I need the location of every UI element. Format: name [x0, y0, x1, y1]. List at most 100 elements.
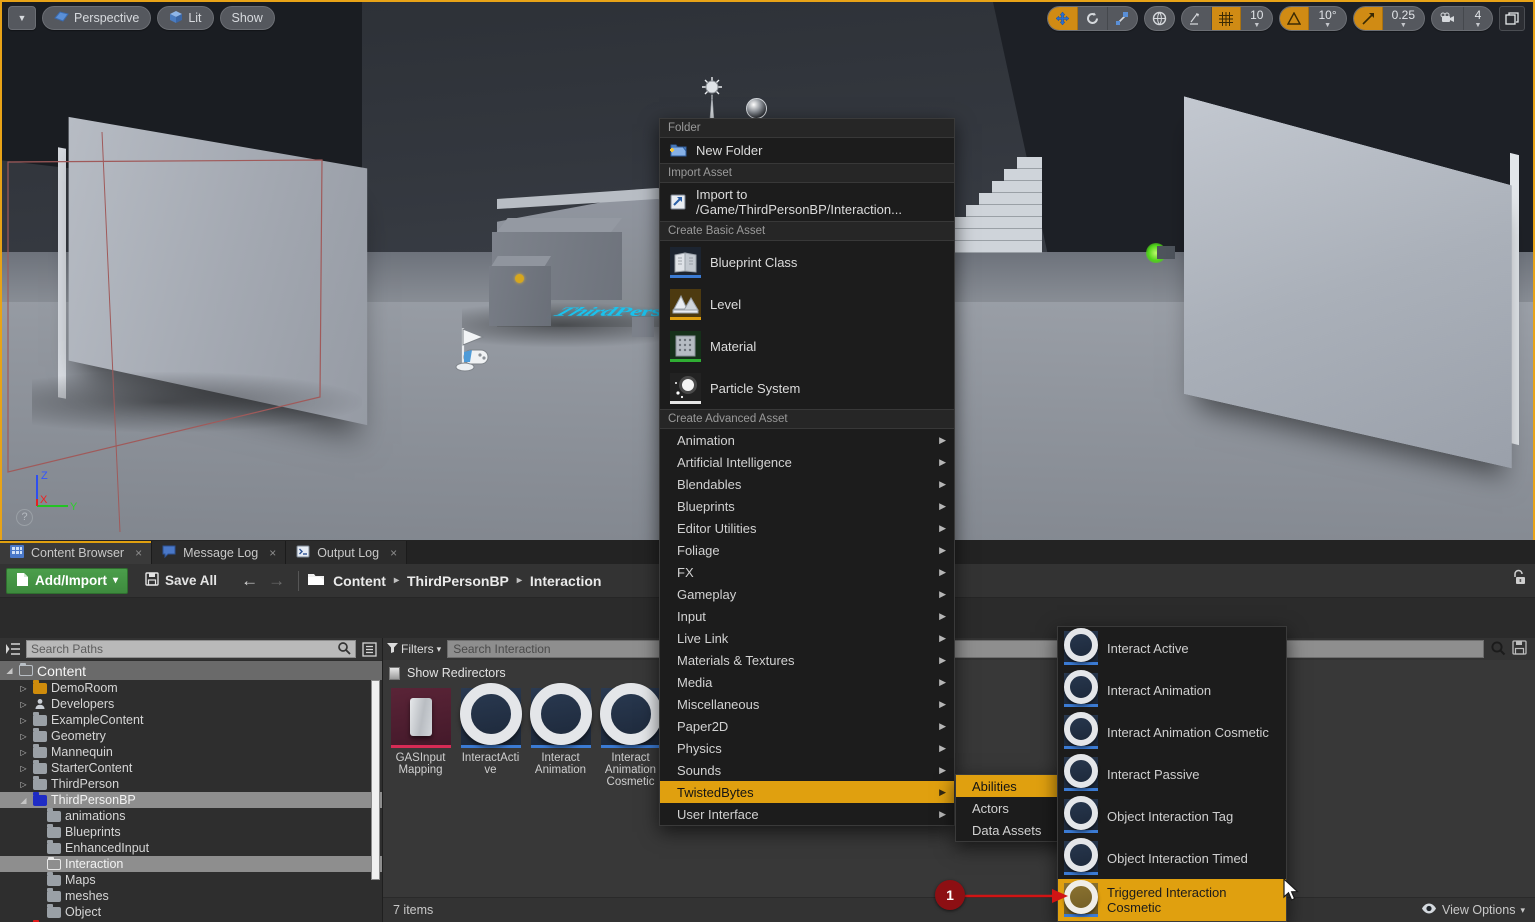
content-browser-context-menu[interactable]: Folder New Folder Import Asset Import to…	[659, 118, 955, 826]
globe-icon[interactable]	[1145, 7, 1174, 30]
advanced-asset-item[interactable]: FX ▶	[660, 561, 954, 583]
tab-output-log[interactable]: Output Log ×	[286, 541, 408, 564]
ability-asset-item[interactable]: Interact Animation	[1058, 669, 1286, 711]
advanced-asset-item[interactable]: User Interface ▶	[660, 803, 954, 825]
path-tree-item[interactable]: ◢ Content	[0, 661, 382, 680]
advanced-asset-item[interactable]: TwistedBytes ▶	[660, 781, 954, 803]
advanced-asset-item[interactable]: Input ▶	[660, 605, 954, 627]
grid-snap-toggle[interactable]	[1212, 7, 1242, 30]
path-tree-item[interactable]: Blueprints	[0, 823, 382, 840]
path-tree-item[interactable]: Interaction	[0, 856, 382, 872]
asset-card[interactable]: Interact Animation	[530, 688, 591, 788]
path-tree-item[interactable]: ▷ StarterContent	[0, 759, 382, 776]
advanced-asset-item[interactable]: Media ▶	[660, 671, 954, 693]
close-icon[interactable]: ×	[390, 546, 397, 560]
path-tree-item[interactable]: ▷ ExampleContent	[0, 711, 382, 728]
nav-forward-button[interactable]: →	[263, 571, 290, 591]
scale-tool-button[interactable]	[1108, 7, 1137, 30]
add-import-button[interactable]: Add/Import ▾	[6, 567, 129, 594]
path-tree-item[interactable]: ▷ Developers	[0, 696, 382, 712]
path-tree-item[interactable]: Maps	[0, 871, 382, 888]
advanced-asset-item[interactable]: Miscellaneous ▶	[660, 693, 954, 715]
view-mode-button[interactable]: Lit	[157, 6, 214, 30]
ability-asset-item[interactable]: Object Interaction Timed	[1058, 837, 1286, 879]
tree-twisty-icon[interactable]: ▷	[18, 780, 29, 789]
angle-snap-toggle[interactable]	[1280, 7, 1310, 30]
path-tree-item[interactable]: ▷ Geometry	[0, 727, 382, 744]
twistedbytes-submenu-item[interactable]: Abilities▶	[956, 775, 1072, 797]
ability-asset-item[interactable]: Interact Passive	[1058, 753, 1286, 795]
new-folder-menu-item[interactable]: New Folder	[660, 138, 954, 163]
advanced-asset-item[interactable]: Artificial Intelligence ▶	[660, 451, 954, 473]
search-assets-input[interactable]: Search Interaction	[447, 640, 1484, 658]
list-options-icon[interactable]	[360, 640, 378, 658]
twistedbytes-submenu[interactable]: Abilities▶Actors▶Data Assets▶	[955, 774, 1073, 842]
asset-card[interactable]: Interact Animation Cosmetic	[600, 688, 661, 788]
close-icon[interactable]: ×	[269, 546, 276, 560]
camera-speed-value-button[interactable]: 4 ▼	[1464, 7, 1492, 30]
lock-icon[interactable]	[1511, 569, 1527, 589]
ability-asset-item[interactable]: Interact Active	[1058, 627, 1286, 669]
asset-card[interactable]: GASInput Mapping	[390, 688, 451, 788]
path-tree-item[interactable]: ▷ DemoRoom	[0, 679, 382, 696]
advanced-asset-item[interactable]: Paper2D ▶	[660, 715, 954, 737]
viewport-options-button[interactable]: ▼	[8, 6, 36, 30]
twistedbytes-submenu-item[interactable]: Actors▶	[956, 797, 1072, 819]
advanced-asset-item[interactable]: Blendables ▶	[660, 473, 954, 495]
path-tree-item[interactable]: ◢ ThirdPersonBP	[0, 791, 382, 808]
advanced-asset-item[interactable]: Editor Utilities ▶	[660, 517, 954, 539]
rotate-tool-button[interactable]	[1078, 7, 1109, 30]
advanced-asset-item[interactable]: Physics ▶	[660, 737, 954, 759]
maximize-viewport-button[interactable]	[1499, 6, 1525, 31]
scale-snap-value-button[interactable]: 0.25 ▼	[1383, 7, 1424, 30]
asset-grid[interactable]: GASInput Mapping InteractActive Interact A…	[383, 682, 1535, 788]
tree-twisty-icon[interactable]: ▷	[18, 732, 29, 741]
reflection-capture-gizmo[interactable]	[746, 98, 767, 119]
show-redirectors-row[interactable]: Show Redirectors	[383, 660, 1535, 682]
path-tree-item[interactable]: ▷ ThirdPerson	[0, 775, 382, 792]
move-tool-button[interactable]	[1048, 7, 1079, 30]
advanced-asset-item[interactable]: Foliage ▶	[660, 539, 954, 561]
viewport-help-icon[interactable]: ?	[16, 509, 33, 526]
material-menu-item[interactable]: Material	[660, 325, 954, 367]
search-paths-input[interactable]: Search Paths	[26, 640, 356, 658]
advanced-asset-item[interactable]: Live Link ▶	[660, 627, 954, 649]
view-options-button[interactable]: View Options ▾	[1421, 903, 1525, 917]
path-tree-item[interactable]: Object	[0, 903, 382, 920]
ability-asset-item[interactable]: Interact Animation Cosmetic	[1058, 711, 1286, 753]
advanced-asset-item[interactable]: Animation ▶	[660, 429, 954, 451]
path-tree-item[interactable]: ▷ Mannequin	[0, 743, 382, 760]
abilities-submenu[interactable]: Interact Active Interact Animation Interac…	[1057, 626, 1287, 922]
advanced-asset-item[interactable]: Materials & Textures ▶	[660, 649, 954, 671]
nav-back-button[interactable]: ←	[236, 571, 263, 591]
path-tree-item[interactable]: meshes	[0, 887, 382, 904]
ability-asset-item[interactable]: Object Interaction Tag	[1058, 795, 1286, 837]
save-icon[interactable]	[1512, 640, 1527, 658]
tree-twisty-icon[interactable]: ▷	[18, 700, 29, 709]
particle-system-menu-item[interactable]: Particle System	[660, 367, 954, 409]
level-menu-item[interactable]: Level	[660, 283, 954, 325]
import-asset-menu-item[interactable]: Import to /Game/ThirdPersonBP/Interactio…	[660, 183, 954, 221]
breadcrumb-interaction[interactable]: Interaction	[530, 573, 602, 589]
advanced-asset-item[interactable]: Sounds ▶	[660, 759, 954, 781]
search-icon[interactable]	[1490, 640, 1506, 659]
tree-twisty-icon[interactable]: ◢	[4, 666, 15, 675]
close-icon[interactable]: ×	[135, 546, 142, 560]
player-start-gizmo[interactable]	[450, 324, 498, 374]
advanced-asset-item[interactable]: Blueprints ▶	[660, 495, 954, 517]
save-all-button[interactable]: Save All	[136, 568, 226, 594]
tree-twisty-icon[interactable]: ▷	[18, 748, 29, 757]
tree-twisty-icon[interactable]: ▷	[18, 716, 29, 725]
angle-snap-value-button[interactable]: 10° ▼	[1309, 7, 1345, 30]
tree-twisty-icon[interactable]: ▷	[18, 684, 29, 693]
grid-size-value-button[interactable]: 10 ▼	[1241, 7, 1272, 30]
tab-content-browser[interactable]: Content Browser ×	[0, 541, 153, 564]
filters-button[interactable]: Filters ▾	[387, 642, 441, 656]
surface-snap-icon[interactable]	[1182, 7, 1213, 30]
advanced-asset-item[interactable]: Gameplay ▶	[660, 583, 954, 605]
show-redirectors-checkbox[interactable]	[389, 666, 400, 680]
camera-mode-button[interactable]: Perspective	[42, 6, 152, 30]
path-tree[interactable]: ◢ Content ▷ DemoRoom ▷ Developers ▷ ExampleCont…	[0, 660, 382, 922]
tree-twisty-icon[interactable]: ◢	[18, 796, 29, 805]
breadcrumb-content[interactable]: Content	[333, 573, 386, 589]
